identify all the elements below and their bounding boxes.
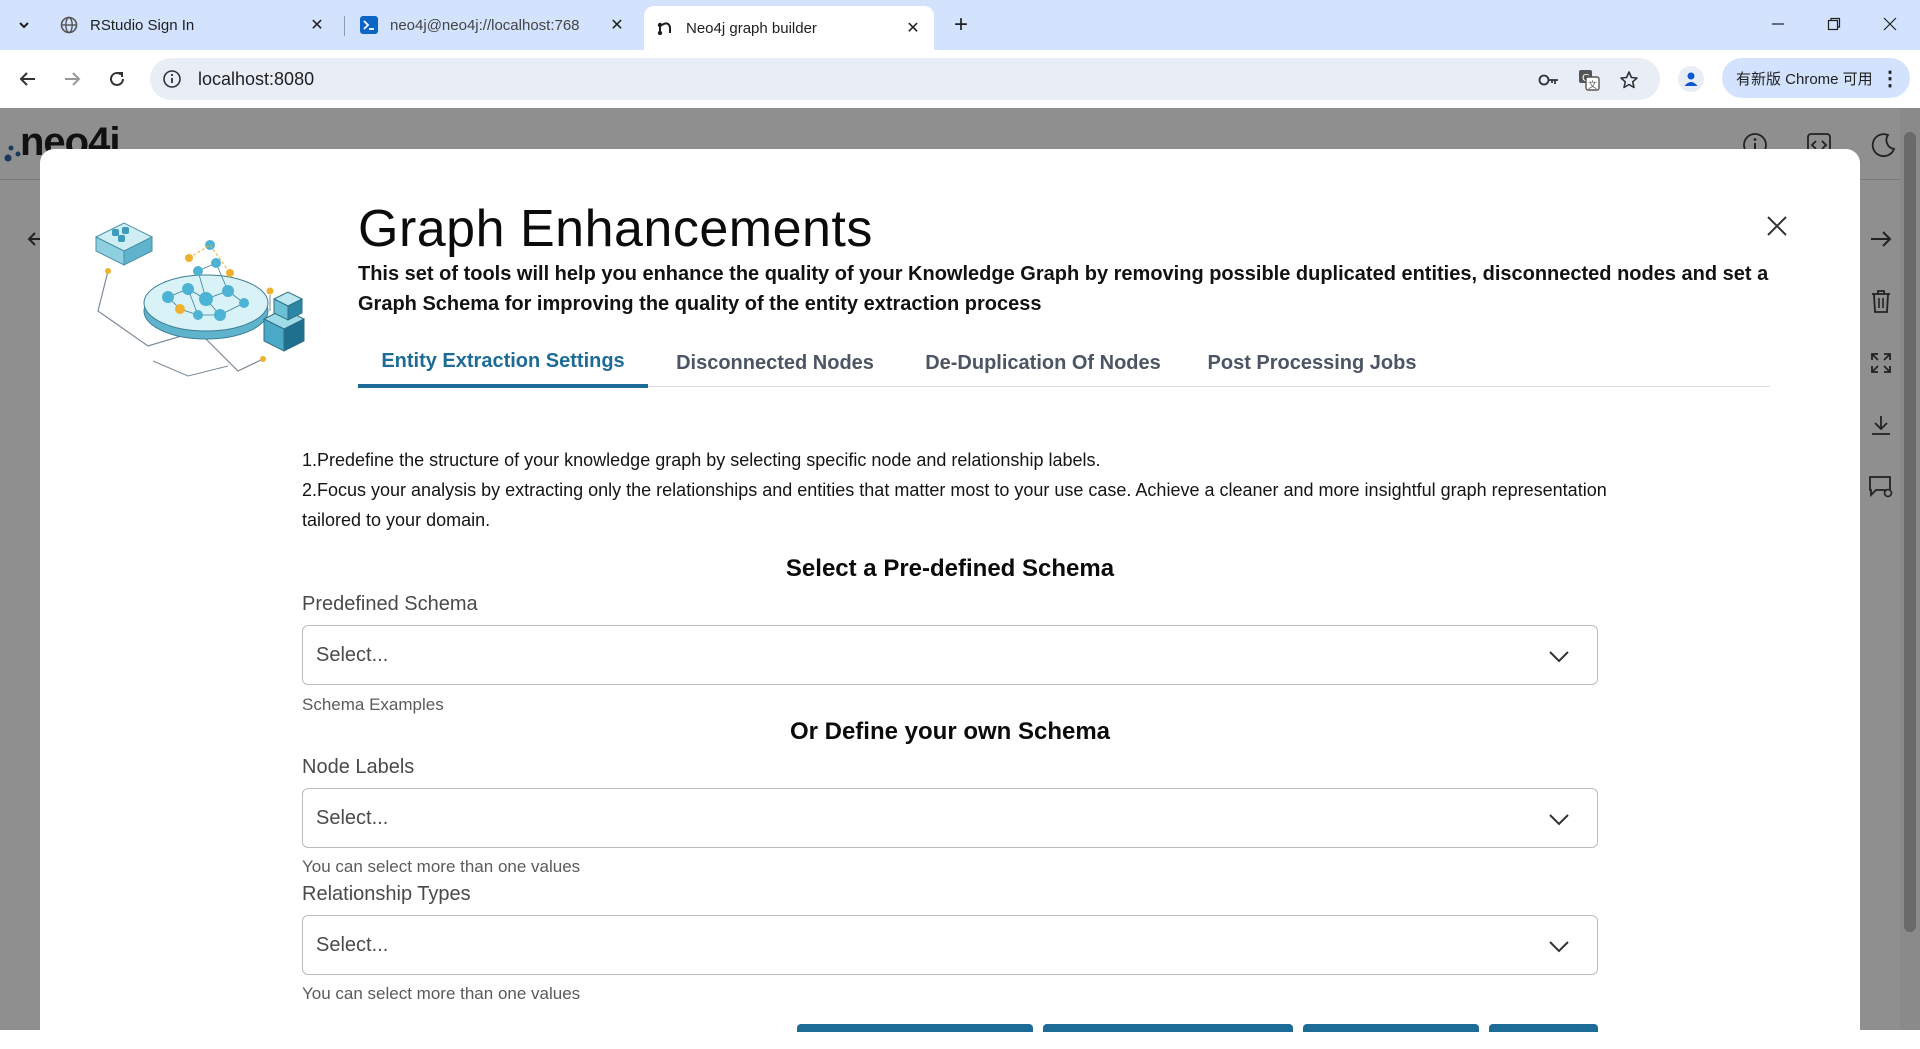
- intro-line-1: 1.Predefine the structure of your knowle…: [302, 450, 1101, 470]
- restore-icon: [1827, 17, 1841, 31]
- password-key-icon[interactable]: [1538, 69, 1560, 91]
- neo4j-icon: [656, 19, 674, 37]
- predefined-schema-select[interactable]: Select...: [302, 625, 1598, 685]
- close-window-button[interactable]: [1870, 10, 1910, 38]
- relationship-types-select[interactable]: Select...: [302, 915, 1598, 975]
- scrollbar-thumb[interactable]: [1904, 132, 1916, 932]
- node-labels-help: You can select more than one values: [302, 857, 581, 876]
- own-schema-heading: Or Define your own Schema: [789, 718, 1111, 745]
- trash-icon[interactable]: [1866, 286, 1896, 316]
- chrome-update-button[interactable]: 有新版 Chrome 可用 ⋮: [1722, 58, 1910, 98]
- new-tab-button[interactable]: +: [948, 11, 974, 38]
- reload-button[interactable]: [101, 63, 133, 95]
- chrome-update-label: 有新版 Chrome 可用: [1736, 70, 1873, 88]
- small-platform: [94, 222, 154, 266]
- minimize-icon: [1772, 23, 1784, 25]
- bookmark-star-icon[interactable]: [1618, 69, 1640, 91]
- restore-button[interactable]: [1814, 10, 1854, 38]
- chat-settings-icon[interactable]: [1866, 472, 1896, 502]
- expand-right-icon[interactable]: [1866, 224, 1896, 254]
- tab-entity-extraction-settings[interactable]: Entity Extraction Settings: [358, 339, 648, 388]
- intro-text: 1.Predefine the structure of your knowle…: [302, 445, 1622, 535]
- action-button[interactable]: [1489, 1024, 1598, 1032]
- minimize-button[interactable]: [1758, 10, 1798, 38]
- chevron-down-icon: [19, 22, 29, 29]
- tab-post-processing-jobs[interactable]: Post Processing Jobs: [1200, 339, 1424, 387]
- more-vert-icon[interactable]: ⋮: [1880, 66, 1900, 91]
- enhancement-tabs: Entity Extraction Settings Disconnected …: [358, 339, 1770, 388]
- close-modal-button[interactable]: [1762, 211, 1792, 241]
- relationship-types-help: You can select more than one values: [302, 984, 581, 1003]
- predefined-schema-heading: Select a Pre-defined Schema: [785, 555, 1115, 582]
- tab-title: RStudio Sign In: [90, 16, 195, 34]
- url-text: localhost:8080: [198, 68, 315, 89]
- neo4j-logo-dots-icon: [4, 145, 21, 162]
- arrow-right-icon: [65, 72, 81, 86]
- tab-disconnected-nodes[interactable]: Disconnected Nodes: [664, 339, 886, 387]
- modal-description: This set of tools will help you enhance …: [358, 263, 1769, 315]
- browser-tab-graph-builder[interactable]: Neo4j graph builder ✕: [644, 6, 934, 50]
- tab-separator: [344, 16, 345, 36]
- site-info-icon[interactable]: [162, 69, 182, 89]
- reload-icon: [110, 71, 124, 86]
- close-icon: [1883, 17, 1897, 31]
- address-bar[interactable]: localhost:8080 G文: [150, 58, 1660, 100]
- svg-text:文: 文: [1588, 79, 1597, 91]
- graph-illustration: [94, 222, 306, 377]
- close-tab-icon[interactable]: ✕: [608, 16, 626, 34]
- forward-button[interactable]: [56, 63, 88, 95]
- browser-toolbar: localhost:8080 G文 有新版 Chrome 可用 ⋮: [0, 50, 1920, 108]
- tab-title: neo4j@neo4j://localhost:768: [390, 16, 580, 34]
- node-labels-label: Node Labels: [302, 756, 415, 778]
- chevron-down-icon: [1549, 941, 1569, 953]
- action-button[interactable]: [1303, 1024, 1479, 1032]
- fullscreen-icon[interactable]: [1866, 348, 1896, 378]
- action-button[interactable]: [797, 1024, 1033, 1032]
- chevron-down-icon: [1549, 651, 1569, 663]
- page-scrollbar[interactable]: [1900, 108, 1920, 1030]
- relationship-types-label: Relationship Types: [302, 883, 471, 905]
- node-labels-select[interactable]: Select...: [302, 788, 1598, 848]
- close-tab-icon[interactable]: ✕: [904, 19, 922, 37]
- tab-search-button[interactable]: [10, 12, 38, 38]
- arrow-left-icon: [19, 72, 35, 86]
- tab-de-duplication-of-nodes[interactable]: De-Duplication Of Nodes: [910, 339, 1176, 387]
- select-placeholder: Select...: [316, 643, 389, 666]
- moon-icon[interactable]: [1868, 130, 1898, 160]
- translate-icon[interactable]: G文: [1578, 69, 1600, 91]
- cube-stack: [262, 287, 306, 352]
- back-button[interactable]: [12, 63, 44, 95]
- modal-title: Graph Enhancements: [358, 200, 873, 258]
- action-button[interactable]: [1043, 1024, 1293, 1032]
- select-placeholder: Select...: [316, 806, 389, 829]
- browser-tab-rstudio[interactable]: RStudio Sign In ✕: [48, 8, 338, 42]
- browser-tab-neo4j-terminal[interactable]: neo4j@neo4j://localhost:768 ✕: [348, 8, 638, 42]
- person-icon: [1684, 72, 1698, 86]
- close-icon: [1767, 216, 1787, 236]
- close-tab-icon[interactable]: ✕: [308, 16, 326, 34]
- download-icon[interactable]: [1866, 410, 1896, 440]
- select-placeholder: Select...: [316, 933, 389, 956]
- terminal-icon: [360, 16, 378, 34]
- profile-avatar[interactable]: [1678, 66, 1704, 92]
- browser-tab-strip: RStudio Sign In ✕ neo4j@neo4j://localhos…: [0, 0, 1920, 50]
- predefined-schema-label: Predefined Schema: [302, 593, 478, 615]
- globe-icon: [60, 16, 78, 34]
- intro-line-2: 2.Focus your analysis by extracting only…: [302, 480, 1607, 530]
- chevron-down-icon: [1549, 814, 1569, 826]
- tab-title: Neo4j graph builder: [686, 19, 817, 37]
- graph-enhancements-modal: Graph Enhancements This set of tools wil…: [40, 149, 1860, 1049]
- schema-examples-help: Schema Examples: [302, 695, 444, 714]
